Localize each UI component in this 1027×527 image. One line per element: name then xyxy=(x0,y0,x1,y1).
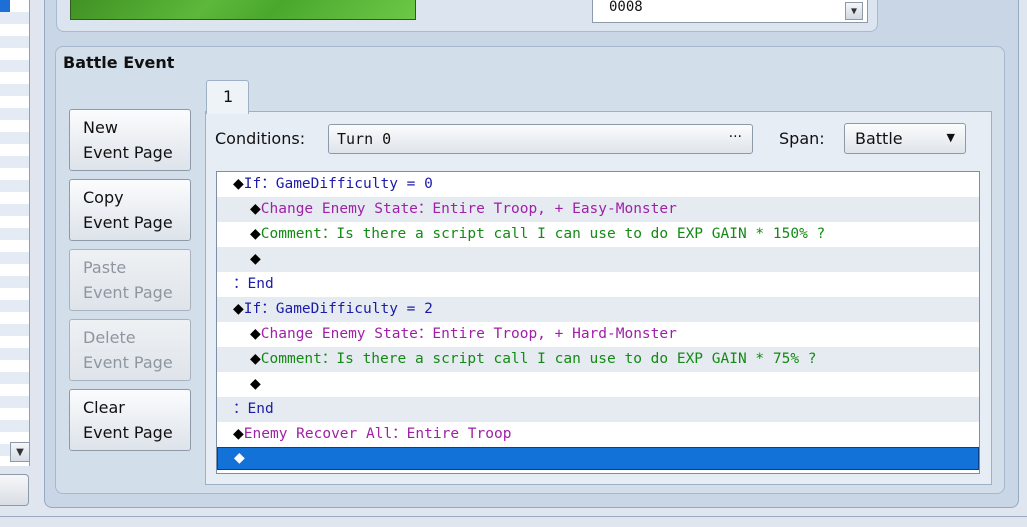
button-label-line1: Paste xyxy=(83,258,127,277)
event-command-row[interactable]: ◆Change Enemy State：Entire Troop, + Easy… xyxy=(217,197,979,222)
left-bottom-button[interactable] xyxy=(0,474,29,506)
diamond-icon: ◆ xyxy=(250,226,261,242)
event-command-row[interactable]: ：End xyxy=(217,397,979,422)
diamond-icon: ◆ xyxy=(233,301,244,317)
ellipsis-icon[interactable]: ··· xyxy=(729,129,742,145)
chevron-down-icon[interactable]: ▼ xyxy=(845,2,863,20)
window-bottom-bar xyxy=(0,516,1027,527)
event-command-row[interactable]: ◆ xyxy=(217,372,979,397)
button-label-line2: Event Page xyxy=(83,213,173,232)
button-label-line1: New xyxy=(83,118,118,137)
delete-event-page-button[interactable]: Delete Event Page xyxy=(69,319,191,381)
chevron-down-icon[interactable]: ▼ xyxy=(947,131,955,144)
event-command-row[interactable]: ◆ xyxy=(217,247,979,272)
troop-list-selected-item[interactable] xyxy=(0,0,10,12)
event-command-row[interactable]: ◆If：GameDifficulty = 2 xyxy=(217,297,979,322)
event-command-row[interactable]: ◆Change Enemy State：Entire Troop, + Hard… xyxy=(217,322,979,347)
diamond-icon: ◆ xyxy=(250,351,261,367)
event-command-text: If：GameDifficulty = 2 xyxy=(243,301,433,317)
conditions-label: Conditions: xyxy=(215,129,306,148)
battle-event-title: Battle Event xyxy=(63,53,175,72)
troop-id-select[interactable]: 0008 ▼ xyxy=(592,0,868,23)
button-label-line1: Copy xyxy=(83,188,124,207)
diamond-icon: ◆ xyxy=(234,450,245,466)
battleback-preview[interactable] xyxy=(70,0,416,20)
button-label-line1: Delete xyxy=(83,328,136,347)
event-command-row[interactable]: ◆ xyxy=(217,447,979,470)
span-select[interactable]: Battle ▼ xyxy=(844,123,966,154)
event-command-text: Enemy Recover All：Entire Troop xyxy=(243,426,512,442)
event-command-text: Comment：Is there a script call I can use… xyxy=(260,226,826,242)
event-command-text: If：GameDifficulty = 0 xyxy=(243,176,433,192)
conditions-value: Turn 0 xyxy=(337,130,392,148)
troop-id-value: 0008 xyxy=(609,0,643,15)
copy-event-page-button[interactable]: Copy Event Page xyxy=(69,179,191,241)
event-command-text: Change Enemy State：Entire Troop, + Hard-… xyxy=(260,326,677,342)
event-command-row[interactable]: ◆Comment：Is there a script call I can us… xyxy=(217,347,979,372)
button-label-line1: Clear xyxy=(83,398,125,417)
diamond-icon: ◆ xyxy=(250,201,261,217)
event-command-row[interactable]: ◆Comment：Is there a script call I can us… xyxy=(217,222,979,247)
new-event-page-button[interactable]: New Event Page xyxy=(69,109,191,171)
event-command-list[interactable]: ◆If：GameDifficulty = 0 ◆Change Enemy Stat… xyxy=(216,171,980,474)
tab-page-1[interactable]: 1 xyxy=(206,80,249,114)
button-label-line2: Event Page xyxy=(83,283,173,302)
span-label: Span: xyxy=(779,129,825,148)
diamond-icon: ◆ xyxy=(250,376,261,392)
button-label-line2: Event Page xyxy=(83,423,173,442)
paste-event-page-button[interactable]: Paste Event Page xyxy=(69,249,191,311)
diamond-icon: ◆ xyxy=(233,426,244,442)
diamond-icon: ◆ xyxy=(250,251,261,267)
span-value: Battle xyxy=(855,129,903,148)
conditions-field[interactable]: Turn 0 ··· xyxy=(328,124,753,154)
event-command-row[interactable]: ◆If：GameDifficulty = 0 xyxy=(217,172,979,197)
event-command-text: Comment：Is there a script call I can use… xyxy=(260,351,817,367)
diamond-icon: ◆ xyxy=(250,326,261,342)
button-label-line2: Event Page xyxy=(83,353,173,372)
event-command-row[interactable]: ◆Enemy Recover All：Entire Troop xyxy=(217,422,979,447)
troop-list[interactable]: ▼ xyxy=(0,0,30,466)
event-command-row[interactable]: ：End xyxy=(217,272,979,297)
event-command-text: ：End xyxy=(233,401,274,417)
event-command-text: ：End xyxy=(233,276,274,292)
clear-event-page-button[interactable]: Clear Event Page xyxy=(69,389,191,451)
button-label-line2: Event Page xyxy=(83,143,173,162)
event-command-text: Change Enemy State：Entire Troop, + Easy-… xyxy=(260,201,677,217)
diamond-icon: ◆ xyxy=(233,176,244,192)
scroll-down-icon[interactable]: ▼ xyxy=(10,442,30,462)
